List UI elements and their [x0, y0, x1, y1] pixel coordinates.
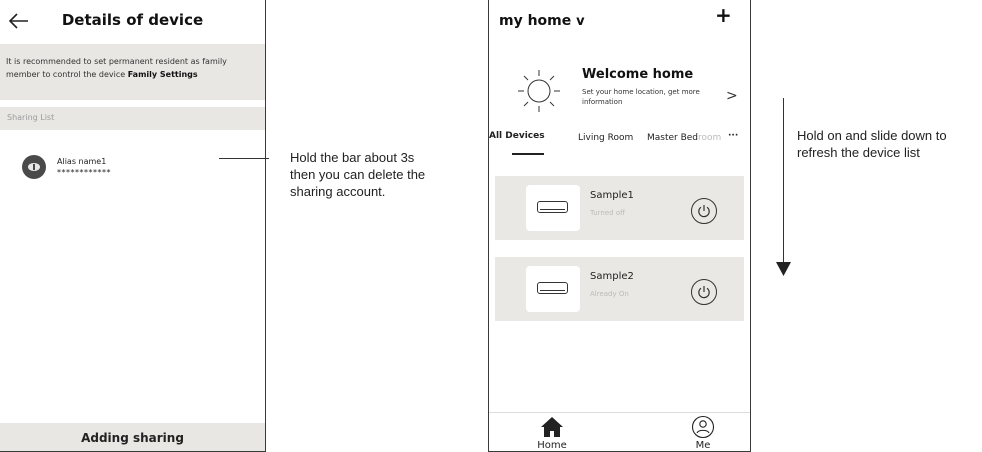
- profile-icon: [691, 415, 715, 439]
- tab-all-devices[interactable]: All Devices: [489, 131, 545, 141]
- add-device-button[interactable]: +: [715, 3, 732, 27]
- device-status: Turned off: [590, 209, 625, 217]
- active-tab-indicator: [512, 153, 544, 155]
- welcome-subtitle: Set your home location, get more informa…: [582, 88, 700, 106]
- power-icon: [698, 286, 710, 299]
- annotation-pointer-line: [219, 158, 267, 159]
- power-button[interactable]: [691, 279, 717, 305]
- tab-living-room[interactable]: Living Room: [578, 133, 633, 143]
- device-name: Sample1: [590, 190, 634, 201]
- page-title: Details of device: [61, 11, 204, 29]
- device-thumbnail: [526, 266, 580, 312]
- device-details-screen: Details of device It is recommended to s…: [0, 0, 266, 452]
- nav-me[interactable]: Me: [673, 415, 733, 451]
- sharing-list-header: Sharing List: [0, 107, 265, 130]
- annotation-refresh-list: Hold on and slide down to refresh the de…: [797, 128, 947, 160]
- power-icon: [698, 205, 710, 218]
- sharing-account-row[interactable]: Alias name1 ************: [0, 147, 265, 187]
- tab-master-bedroom[interactable]: Master Bedroom: [647, 133, 721, 143]
- device-name: Sample2: [590, 271, 634, 282]
- sharing-account-id: ************: [57, 168, 111, 177]
- annotation-delete-sharing: Hold the bar about 3s then you can delet…: [290, 150, 426, 199]
- arrow-down-icon: [776, 262, 791, 276]
- sun-icon: [518, 70, 560, 112]
- bottom-nav: Home Me: [489, 412, 750, 451]
- nav-home[interactable]: Home: [522, 415, 582, 451]
- home-name: my home: [499, 13, 572, 29]
- sharing-account-name: Alias name1: [57, 157, 107, 166]
- nav-me-label: Me: [695, 440, 711, 451]
- home-icon: [541, 417, 563, 437]
- annotation-pointer-line-ext: [266, 158, 269, 159]
- device-card-sample1[interactable]: Sample1 Turned off: [495, 176, 744, 240]
- power-button[interactable]: [691, 198, 717, 224]
- device-thumbnail: [526, 185, 580, 231]
- welcome-title: Welcome home: [582, 67, 694, 82]
- home-selector[interactable]: my home v: [499, 13, 585, 29]
- chevron-down-icon: v: [576, 14, 585, 29]
- nav-home-label: Home: [537, 440, 567, 451]
- room-tabs: All Devices Living Room Master Bedroom ·…: [489, 131, 750, 157]
- air-conditioner-icon: [537, 282, 568, 294]
- device-card-sample2[interactable]: Sample2 Already On: [495, 257, 744, 321]
- header: Details of device: [0, 0, 265, 44]
- family-settings-link[interactable]: Family Settings: [128, 70, 198, 79]
- more-tabs-icon[interactable]: ···: [728, 131, 738, 141]
- adding-sharing-button[interactable]: Adding sharing: [0, 423, 265, 451]
- home-screen: my home v + Welcome home Set your home l…: [488, 0, 751, 452]
- chevron-right-icon[interactable]: >: [726, 88, 738, 104]
- family-settings-notice: It is recommended to set permanent resid…: [0, 44, 265, 100]
- annotation-refresh-line: [783, 98, 784, 266]
- device-status: Already On: [590, 290, 629, 298]
- avatar-icon: [22, 155, 46, 179]
- air-conditioner-icon: [537, 201, 568, 213]
